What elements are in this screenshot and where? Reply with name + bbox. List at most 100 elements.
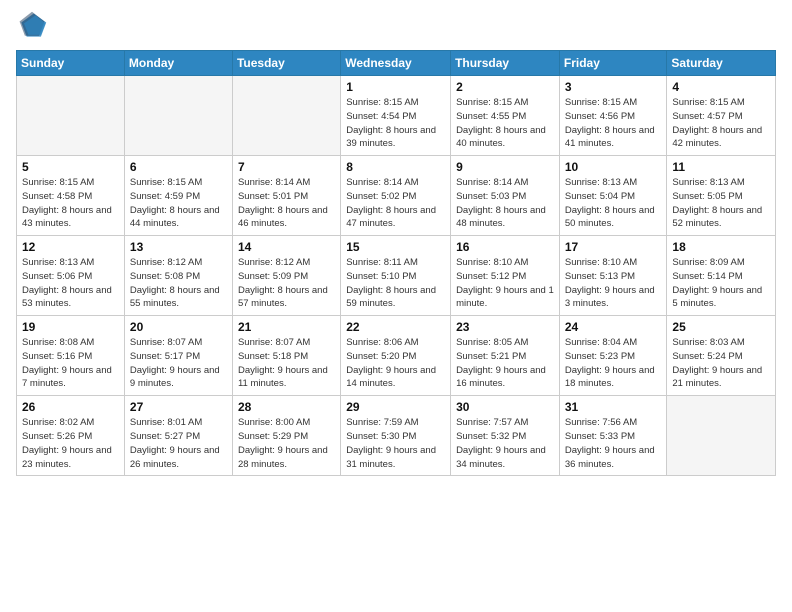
day-cell: 25 Sunrise: 8:03 AM Sunset: 5:24 PM Dayli… [667, 316, 776, 396]
day-cell: 19 Sunrise: 8:08 AM Sunset: 5:16 PM Dayli… [17, 316, 125, 396]
day-cell: 29Sunrise: 7:59 AM Sunset: 5:30 PM Dayli… [341, 396, 451, 476]
day-cell: 24 Sunrise: 8:04 AM Sunset: 5:23 PM Dayli… [559, 316, 667, 396]
day-number: 30 [456, 400, 554, 414]
weekday-header-wednesday: Wednesday [341, 51, 451, 76]
day-cell: 9 Sunrise: 8:14 AM Sunset: 5:03 PM Daylig… [451, 156, 560, 236]
day-cell: 12Sunrise: 8:13 AM Sunset: 5:06 PM Dayli… [17, 236, 125, 316]
day-info: Sunrise: 8:03 AM Sunset: 5:24 PM Dayligh… [672, 336, 770, 391]
day-number: 20 [130, 320, 227, 334]
day-info: Sunrise: 8:12 AM Sunset: 5:08 PM Dayligh… [130, 256, 227, 311]
day-number: 16 [456, 240, 554, 254]
day-number: 28 [238, 400, 335, 414]
day-cell: 16 Sunrise: 8:10 AM Sunset: 5:12 PM Dayli… [451, 236, 560, 316]
day-number: 26 [22, 400, 119, 414]
week-row-4: 19 Sunrise: 8:08 AM Sunset: 5:16 PM Dayli… [17, 316, 776, 396]
day-number: 24 [565, 320, 662, 334]
day-info: Sunrise: 8:00 AM Sunset: 5:29 PM Dayligh… [238, 416, 335, 471]
day-info: Sunrise: 8:06 AM Sunset: 5:20 PM Dayligh… [346, 336, 445, 391]
weekday-header-sunday: Sunday [17, 51, 125, 76]
day-info: Sunrise: 8:15 AM Sunset: 4:59 PM Dayligh… [130, 176, 227, 231]
day-cell [17, 76, 125, 156]
calendar: SundayMondayTuesdayWednesdayThursdayFrid… [16, 50, 776, 476]
day-cell: 8Sunrise: 8:14 AM Sunset: 5:02 PM Daylig… [341, 156, 451, 236]
day-number: 23 [456, 320, 554, 334]
day-cell: 26 Sunrise: 8:02 AM Sunset: 5:26 PM Dayli… [17, 396, 125, 476]
day-info: Sunrise: 7:56 AM Sunset: 5:33 PM Dayligh… [565, 416, 662, 471]
day-number: 31 [565, 400, 662, 414]
day-number: 22 [346, 320, 445, 334]
day-info: Sunrise: 8:08 AM Sunset: 5:16 PM Dayligh… [22, 336, 119, 391]
day-cell: 31 Sunrise: 7:56 AM Sunset: 5:33 PM Dayli… [559, 396, 667, 476]
day-info: Sunrise: 8:02 AM Sunset: 5:26 PM Dayligh… [22, 416, 119, 471]
day-number: 14 [238, 240, 335, 254]
week-row-2: 5 Sunrise: 8:15 AM Sunset: 4:58 PM Daylig… [17, 156, 776, 236]
day-number: 9 [456, 160, 554, 174]
day-number: 5 [22, 160, 119, 174]
day-cell: 28 Sunrise: 8:00 AM Sunset: 5:29 PM Dayli… [232, 396, 340, 476]
day-info: Sunrise: 8:15 AM Sunset: 4:54 PM Dayligh… [346, 96, 445, 151]
day-cell: 2 Sunrise: 8:15 AM Sunset: 4:55 PM Daylig… [451, 76, 560, 156]
week-row-1: 1 Sunrise: 8:15 AM Sunset: 4:54 PM Daylig… [17, 76, 776, 156]
weekday-header-thursday: Thursday [451, 51, 560, 76]
day-number: 3 [565, 80, 662, 94]
day-cell: 5 Sunrise: 8:15 AM Sunset: 4:58 PM Daylig… [17, 156, 125, 236]
day-cell: 3 Sunrise: 8:15 AM Sunset: 4:56 PM Daylig… [559, 76, 667, 156]
week-row-5: 26 Sunrise: 8:02 AM Sunset: 5:26 PM Dayli… [17, 396, 776, 476]
day-cell: 4Sunrise: 8:15 AM Sunset: 4:57 PM Daylig… [667, 76, 776, 156]
day-number: 19 [22, 320, 119, 334]
day-number: 15 [346, 240, 445, 254]
day-info: Sunrise: 8:15 AM Sunset: 4:56 PM Dayligh… [565, 96, 662, 151]
day-cell [667, 396, 776, 476]
day-info: Sunrise: 8:15 AM Sunset: 4:58 PM Dayligh… [22, 176, 119, 231]
day-info: Sunrise: 8:14 AM Sunset: 5:03 PM Dayligh… [456, 176, 554, 231]
day-info: Sunrise: 8:14 AM Sunset: 5:01 PM Dayligh… [238, 176, 335, 231]
day-info: Sunrise: 8:13 AM Sunset: 5:04 PM Dayligh… [565, 176, 662, 231]
weekday-header-friday: Friday [559, 51, 667, 76]
day-number: 18 [672, 240, 770, 254]
day-number: 2 [456, 80, 554, 94]
day-info: Sunrise: 8:13 AM Sunset: 5:05 PM Dayligh… [672, 176, 770, 231]
day-cell: 27 Sunrise: 8:01 AM Sunset: 5:27 PM Dayli… [124, 396, 232, 476]
day-info: Sunrise: 8:11 AM Sunset: 5:10 PM Dayligh… [346, 256, 445, 311]
day-cell: 23 Sunrise: 8:05 AM Sunset: 5:21 PM Dayli… [451, 316, 560, 396]
day-info: Sunrise: 8:01 AM Sunset: 5:27 PM Dayligh… [130, 416, 227, 471]
day-number: 4 [672, 80, 770, 94]
day-number: 12 [22, 240, 119, 254]
weekday-header-saturday: Saturday [667, 51, 776, 76]
day-number: 27 [130, 400, 227, 414]
day-info: Sunrise: 7:57 AM Sunset: 5:32 PM Dayligh… [456, 416, 554, 471]
day-number: 17 [565, 240, 662, 254]
day-cell: 11Sunrise: 8:13 AM Sunset: 5:05 PM Dayli… [667, 156, 776, 236]
day-info: Sunrise: 8:10 AM Sunset: 5:12 PM Dayligh… [456, 256, 554, 311]
day-number: 25 [672, 320, 770, 334]
logo-icon [16, 10, 48, 42]
day-info: Sunrise: 8:14 AM Sunset: 5:02 PM Dayligh… [346, 176, 445, 231]
day-cell [124, 76, 232, 156]
day-cell: 10 Sunrise: 8:13 AM Sunset: 5:04 PM Dayli… [559, 156, 667, 236]
day-cell: 22 Sunrise: 8:06 AM Sunset: 5:20 PM Dayli… [341, 316, 451, 396]
day-cell: 1 Sunrise: 8:15 AM Sunset: 4:54 PM Daylig… [341, 76, 451, 156]
day-info: Sunrise: 8:09 AM Sunset: 5:14 PM Dayligh… [672, 256, 770, 311]
day-number: 10 [565, 160, 662, 174]
day-cell: 14Sunrise: 8:12 AM Sunset: 5:09 PM Dayli… [232, 236, 340, 316]
weekday-header-row: SundayMondayTuesdayWednesdayThursdayFrid… [17, 51, 776, 76]
logo [16, 10, 52, 42]
day-cell: 13Sunrise: 8:12 AM Sunset: 5:08 PM Dayli… [124, 236, 232, 316]
day-cell: 7 Sunrise: 8:14 AM Sunset: 5:01 PM Daylig… [232, 156, 340, 236]
day-info: Sunrise: 8:04 AM Sunset: 5:23 PM Dayligh… [565, 336, 662, 391]
day-number: 6 [130, 160, 227, 174]
page: SundayMondayTuesdayWednesdayThursdayFrid… [0, 0, 792, 612]
day-number: 1 [346, 80, 445, 94]
weekday-header-monday: Monday [124, 51, 232, 76]
day-info: Sunrise: 8:05 AM Sunset: 5:21 PM Dayligh… [456, 336, 554, 391]
day-info: Sunrise: 7:59 AM Sunset: 5:30 PM Dayligh… [346, 416, 445, 471]
day-cell: 20 Sunrise: 8:07 AM Sunset: 5:17 PM Dayli… [124, 316, 232, 396]
day-info: Sunrise: 8:07 AM Sunset: 5:17 PM Dayligh… [130, 336, 227, 391]
day-number: 7 [238, 160, 335, 174]
day-number: 21 [238, 320, 335, 334]
day-cell: 6 Sunrise: 8:15 AM Sunset: 4:59 PM Daylig… [124, 156, 232, 236]
weekday-header-tuesday: Tuesday [232, 51, 340, 76]
day-info: Sunrise: 8:15 AM Sunset: 4:55 PM Dayligh… [456, 96, 554, 151]
day-cell: 18 Sunrise: 8:09 AM Sunset: 5:14 PM Dayli… [667, 236, 776, 316]
day-cell: 21Sunrise: 8:07 AM Sunset: 5:18 PM Dayli… [232, 316, 340, 396]
